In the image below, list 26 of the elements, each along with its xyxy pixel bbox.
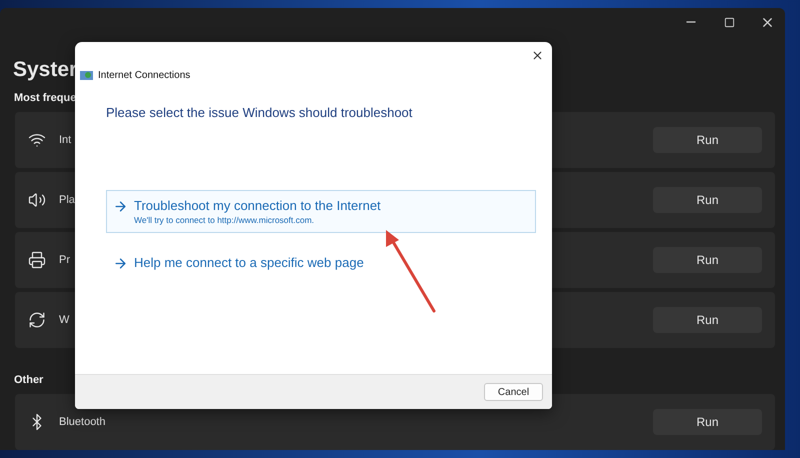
dialog-heading: Please select the issue Windows should troubleshoot (106, 105, 414, 120)
page-title: Syster (13, 58, 78, 82)
troubleshooter-label: Bluetooth (59, 416, 106, 428)
run-button[interactable]: Run (653, 307, 762, 333)
troubleshooter-label: Pla (59, 194, 75, 206)
arrow-icon (113, 199, 128, 214)
refresh-icon (28, 311, 46, 329)
troubleshooter-label: Pr (59, 254, 70, 266)
cancel-button[interactable]: Cancel (484, 383, 543, 401)
speaker-icon (28, 191, 46, 209)
wifi-icon (28, 131, 46, 149)
run-button[interactable]: Run (653, 187, 762, 213)
close-icon[interactable] (531, 49, 544, 62)
troubleshooter-label: Int (59, 134, 72, 146)
dialog-title: Internet Connections (98, 70, 190, 81)
troubleshooter-label: W (59, 314, 70, 326)
run-button[interactable]: Run (653, 247, 762, 273)
run-button[interactable]: Run (653, 127, 762, 153)
troubleshoot-option[interactable]: Help me connect to a specific web page (106, 247, 536, 279)
troubleshoot-option[interactable]: Troubleshoot my connection to the Internet We'll try to connect to http://www.microsoft.com. (106, 190, 536, 233)
section-heading: Most freque (14, 92, 76, 104)
run-button[interactable]: Run (653, 409, 762, 435)
network-icon (80, 70, 93, 81)
section-heading: Other (14, 374, 44, 386)
printer-icon (28, 251, 46, 269)
arrow-icon (113, 256, 128, 271)
